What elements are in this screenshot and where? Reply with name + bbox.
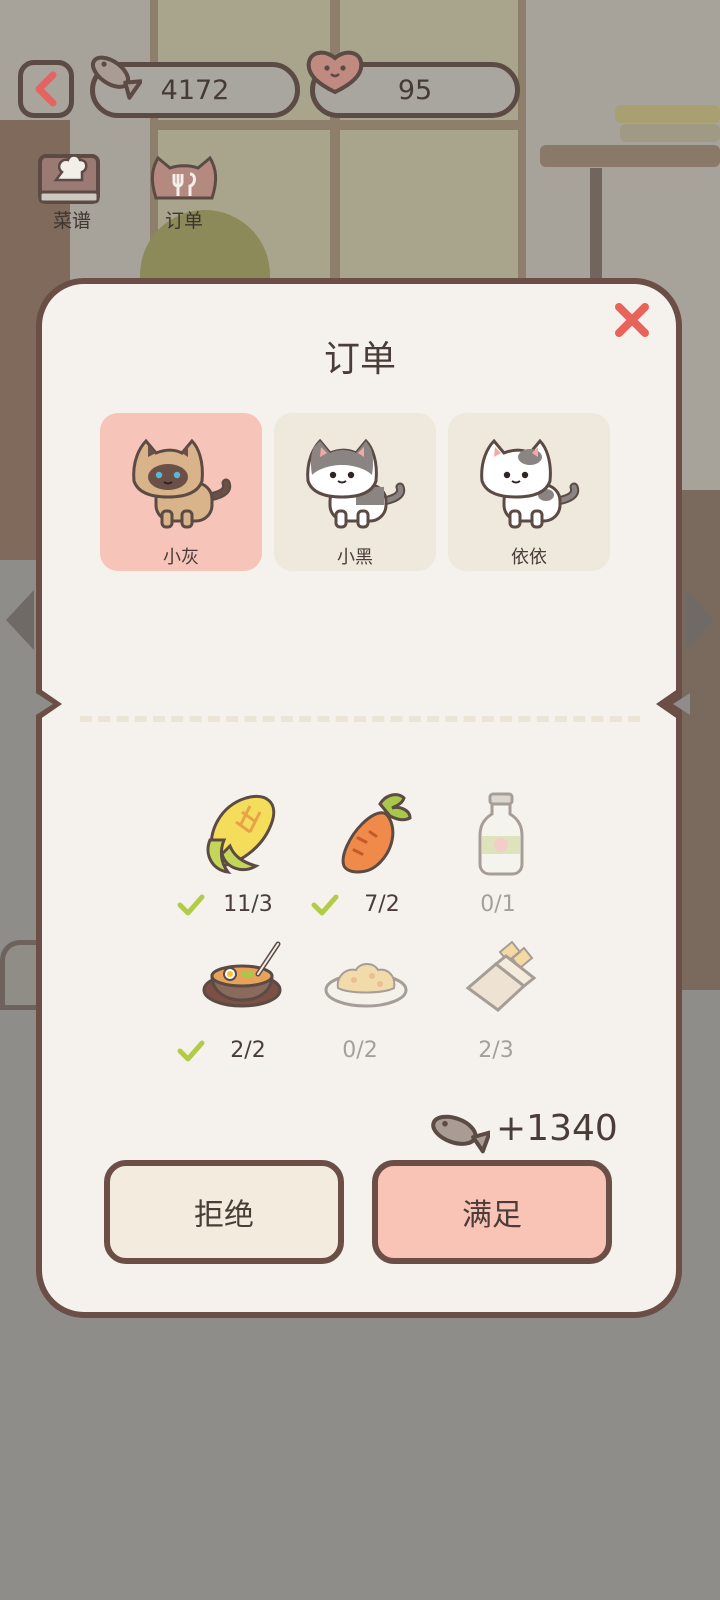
fried-rice-icon (324, 963, 408, 1008)
reject-button[interactable]: 拒绝 (104, 1160, 344, 1264)
dialog-title: 订单 (323, 339, 396, 380)
white-cat-icon (480, 438, 580, 529)
dialog-notch (36, 693, 53, 715)
fish-icon (90, 55, 142, 100)
accept-button[interactable]: 满足 (372, 1160, 612, 1264)
reward-amount: +1340 (496, 1108, 618, 1149)
item-count: 7/2 (364, 892, 400, 917)
towels (615, 105, 720, 123)
item-count: 2/3 (478, 1038, 514, 1063)
reject-button-label: 拒绝 (194, 1198, 254, 1233)
fish-count-value: 4172 (160, 74, 230, 106)
item-count: 0/2 (342, 1038, 378, 1063)
corn-icon (206, 795, 276, 874)
window-frame (330, 0, 340, 290)
cat-name: 小黑 (337, 547, 373, 568)
dashed-divider (80, 716, 640, 722)
order-item-fries: 2/3 (436, 938, 556, 1068)
cat-card-xiaohei[interactable]: 小黑 (274, 413, 436, 571)
towels (620, 124, 720, 142)
tab-orders-label: 订单 (164, 210, 203, 232)
cat-name: 依依 (511, 547, 547, 568)
shelf (540, 145, 720, 167)
dialog-notch (673, 693, 690, 715)
order-item-corn: 11/3 (177, 792, 298, 922)
stone-pot-bibimbap-icon (202, 941, 282, 1008)
order-item-carrot: 7/2 (311, 792, 432, 922)
chevron-left-icon (35, 71, 57, 107)
back-button[interactable] (18, 60, 74, 118)
fries-icon (465, 940, 537, 1012)
hook (590, 168, 602, 288)
cat-card-yiyi[interactable]: 依依 (448, 413, 610, 571)
order-item-bibimbap: 2/2 (177, 938, 298, 1068)
order-item-milk: 0/1 (438, 792, 558, 922)
milk-bottle-icon (478, 792, 524, 876)
recipe-book-icon (38, 154, 100, 204)
fish-icon (431, 1114, 490, 1154)
carrot-icon (341, 793, 412, 874)
cat-name: 小灰 (163, 547, 199, 568)
order-cat-icon (150, 155, 218, 200)
item-count: 11/3 (223, 892, 273, 917)
siamese-cat-icon (132, 438, 232, 529)
item-count: 2/2 (230, 1038, 266, 1063)
order-item-fried-rice: 0/2 (300, 938, 420, 1068)
tab-recipes[interactable]: 菜谱 (32, 150, 112, 232)
cat-card-xiaohui[interactable]: 小灰 (100, 413, 262, 571)
tab-orders[interactable]: 订单 (144, 150, 224, 232)
item-count: 0/1 (480, 892, 516, 917)
tab-recipes-label: 菜谱 (52, 210, 91, 232)
accept-button-label: 满足 (462, 1198, 522, 1233)
scroll-left-icon[interactable] (6, 590, 34, 650)
window-frame (150, 120, 520, 130)
scroll-right-icon[interactable] (686, 590, 714, 650)
tabby-cat-icon (306, 438, 406, 529)
heart-count-value: 95 (397, 74, 433, 106)
heart-face-icon (306, 50, 364, 95)
